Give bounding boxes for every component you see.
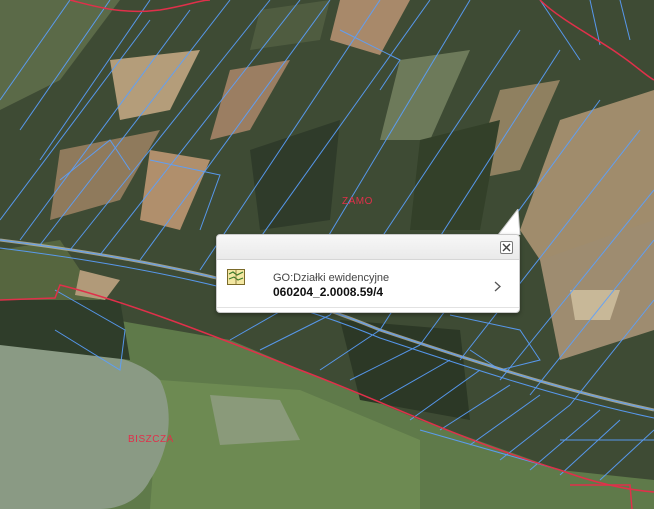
popup-divider (217, 307, 519, 308)
popup-header (217, 235, 519, 260)
popup-close-button[interactable] (500, 241, 513, 254)
popup-tail (498, 209, 521, 235)
map-label-biszcza: BISZCZA (128, 434, 174, 445)
map-label-zamo: ZAMO (342, 196, 373, 207)
parcel-layer-icon (227, 269, 245, 285)
layer-name: GO:Działki ewidencyjne (273, 272, 390, 284)
chevron-right-icon[interactable] (494, 281, 501, 292)
feature-result-row[interactable]: GO:Działki ewidencyjne 060204_2.0008.59/… (217, 262, 519, 306)
feature-info-popup: GO:Działki ewidencyjne 060204_2.0008.59/… (216, 234, 520, 313)
parcel-id: 060204_2.0008.59/4 (273, 285, 384, 299)
close-icon (502, 243, 511, 252)
